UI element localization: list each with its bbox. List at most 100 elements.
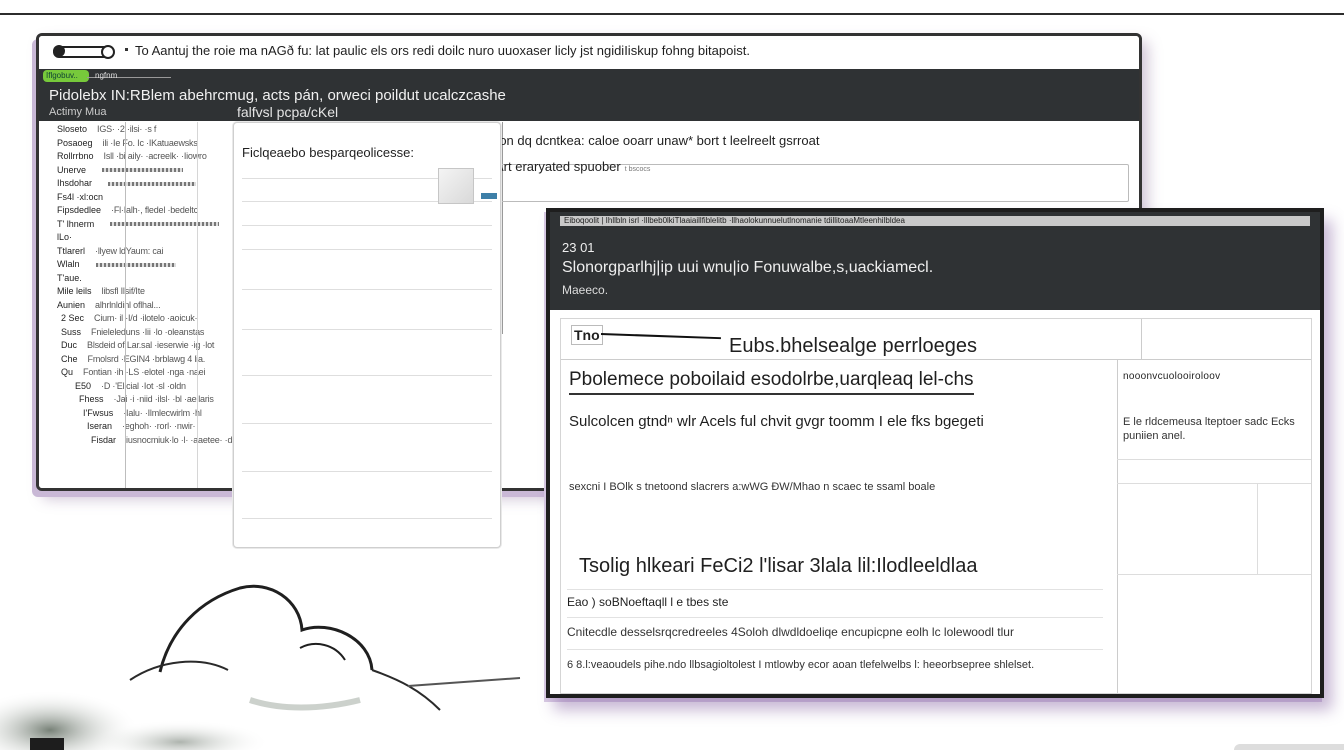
sidebar-row[interactable]: Sloseto IGS· ·2 ·ilsi· ·s f — [57, 124, 156, 134]
sidebar-row-value: ·llyew ldYaum: cai — [95, 245, 164, 256]
sidebar-row-label: Suss — [61, 326, 82, 337]
middle-panel[interactable]: Ficlqeaebo besparqeolicesse: — [233, 122, 501, 548]
sidebar-row-value: ·Jai ·i ·niid ·ilsl· ·bl ·aeilaris — [113, 394, 214, 404]
sidebar-row-label: lLo· — [57, 232, 73, 242]
bullet-icon — [125, 48, 128, 51]
sidebar-row[interactable]: I'Fwsus ·Ialu· ·Ilmlecwirlm ·hl — [83, 408, 202, 418]
row-divider — [242, 471, 492, 472]
sidebar-row-value: libsfl Ilsif/Ite — [101, 286, 146, 296]
sidebar-row-label: Fs4l ·xl:ocn — [57, 191, 104, 202]
row-divider — [242, 225, 492, 226]
sidebar-row[interactable]: E50 ·D ·'Elicial ·Iot ·sl ·oldn — [75, 381, 186, 391]
sidebar-row[interactable]: Wlaln — [57, 259, 176, 269]
toggle-switch-icon[interactable] — [53, 45, 115, 59]
sidebar-row-value: iusnocmiuk·lo ·l· ·aaetee· ·drn — [126, 434, 240, 445]
sidebar-row-label: Aunien — [57, 299, 86, 310]
sidebar-row-label: Fisdar — [91, 434, 117, 445]
sidebar-row-label: Sloseto — [57, 124, 88, 134]
placeholder-bar — [95, 262, 176, 267]
sidebar-row-label: Posaoeg — [57, 137, 93, 148]
placeholder-bar — [108, 181, 197, 186]
sidebar-row[interactable]: Fhess ·Jai ·i ·niid ·ilsl· ·bl ·aeilaris — [79, 394, 214, 404]
sidebar-row-label: Ttlarerl — [57, 245, 86, 256]
column-divider — [1141, 319, 1142, 359]
side-box — [1117, 483, 1311, 575]
row-divider — [567, 649, 1103, 650]
sidebar-row-label: Rollrrbno — [57, 151, 94, 161]
section-heading: Pbolemece poboilaid esodolrbe,uarqleaq l… — [569, 369, 974, 395]
header-band: Iflgobuv.. ngfnm Pidolebx IN:RBlem abehr… — [39, 69, 1139, 121]
sidebar-row-value: Blsdeid of Lar.sal ·ieserwie ·ig ·lot — [87, 340, 215, 350]
row-divider — [567, 617, 1103, 618]
image-thumbnail[interactable] — [438, 168, 474, 204]
sidebar-row-label: Wlaln — [57, 259, 80, 269]
sidebar-row[interactable]: Iseran ·eghoh· ·rorl· ·nwir· — [87, 421, 196, 431]
sidebar-row-value: Fnieleleduns ·Iii ·lo ·oleanstas — [91, 326, 205, 337]
sidebar-row-value: Fmolsrd ·EGIN4 ·brblawg 4 lia. — [87, 353, 206, 364]
sidebar-row[interactable]: Ttlarerl ·llyew ldYaum: cai — [57, 246, 163, 256]
document-area[interactable]: Tno Eubs.bhelsealge perrloeges Pbolemece… — [560, 318, 1312, 694]
window-titlebar[interactable]: To Aantuj the roie ma nAGð fu: lat pauli… — [39, 36, 1139, 68]
sidebar-row[interactable]: lLo· — [57, 232, 82, 242]
pane-divider[interactable] — [502, 122, 503, 334]
sidebar-row-label: Mile leils — [57, 286, 92, 296]
sidebar-row-label: T'aue. — [57, 272, 82, 283]
side-divider — [1117, 459, 1311, 460]
header-subtitle-right: falfvsl pcpa/cKel — [237, 104, 339, 120]
foreground-window[interactable]: Eiboqoolit | Ihllbln isrl ·lllbeb0lkiTla… — [546, 208, 1324, 698]
sidebar-row-label: Ihsdohar — [57, 178, 93, 188]
row-divider — [242, 375, 492, 376]
sidebar-row-value: IGS· ·2 ·ilsi· ·s f — [97, 124, 157, 134]
side-box-divider — [1257, 484, 1258, 574]
tab-strip[interactable]: Eiboqoolit | Ihllbln isrl ·lllbeb0lkiTla… — [560, 216, 1310, 226]
text-field-text: Art eraryated spuober — [495, 159, 621, 174]
resize-handle[interactable] — [481, 193, 497, 199]
sidebar-row[interactable]: Posaoeg ili ·Ie Fo. Ic ·IKatuaewsks — [57, 138, 198, 148]
header-title: Slonorgparlhj|ip uui wnu|io Fonuwalbe,s,… — [562, 259, 934, 276]
sidebar-row-value: ·D ·'Elicial ·Iot ·sl ·oldn — [101, 380, 186, 391]
corner-block — [30, 738, 64, 750]
sidebar-list: Sloseto IGS· ·2 ·ilsi· ·s f Posaoeg ili ·Ie… — [39, 122, 240, 488]
row-divider — [242, 423, 492, 424]
header-cell[interactable]: Tno — [571, 325, 603, 345]
sidebar-row[interactable]: Fisdar iusnocmiuk·lo ·l· ·aaetee· ·drn — [91, 435, 240, 445]
window-title: To Aantuj the roie ma nAGð fu: lat pauli… — [135, 43, 750, 58]
caption-text: sexcni I BOlk s tnetoond slacrers a:wWG … — [569, 481, 936, 493]
sidebar-row[interactable]: Mile leils libsfl Ilsif/Ite — [57, 286, 145, 296]
sidebar-row-label: Che — [61, 353, 78, 364]
corner-tab — [1234, 744, 1344, 750]
sidebar-row[interactable]: 2 Sec Cium· il ·I/d ·ilotelo ·aoicuk· — [61, 313, 198, 323]
text-line: Eao ) soBNoeftaqll l e tbes ste — [567, 595, 729, 609]
placeholder-bar — [102, 168, 184, 173]
active-tab[interactable]: Iflgobuv.. — [43, 70, 89, 82]
text-line: Cnitecdle desselsrqcredreeles 4Soloh dlw… — [567, 625, 1014, 639]
sidebar-row[interactable]: Che Fmolsrd ·EGIN4 ·brblawg 4 lia. — [61, 354, 205, 364]
sidebar-row[interactable]: Suss Fnieleleduns ·Iii ·lo ·oleanstas — [61, 327, 204, 337]
side-header: nooonvcuolooiroloov — [1123, 371, 1221, 382]
sidebar-row[interactable]: Duc Blsdeid of Lar.sal ·ieserwie ·ig ·lot — [61, 340, 214, 350]
placeholder-bar — [110, 222, 220, 227]
header-subtitle: Actimy Mua — [49, 106, 107, 118]
sidebar-row[interactable]: Aunien alhrlnldinl oflhal... — [57, 299, 161, 310]
sidebar-row[interactable]: Unerve — [57, 165, 184, 175]
header-title: Pidolebx IN:RBlem abehrcmug, acts pán, o… — [49, 87, 506, 104]
sidebar-row[interactable]: Fs4l ·xl:ocn — [57, 192, 113, 202]
cloud-sketch-illustration — [0, 584, 521, 750]
sidebar-row[interactable]: Qu Fontian ·ih ·LS ·elotel ·nga ·naei — [61, 367, 205, 377]
text-field-label: Art eraryated spuober t bscocs — [495, 159, 650, 174]
document-title: Eubs.bhelsealge perrloeges — [729, 335, 977, 357]
sidebar-row[interactable]: Rollrrbno Isll ·bi aily· ·acreelk· ·Iiowr… — [57, 151, 207, 161]
row-divider — [567, 589, 1103, 590]
sidebar-row-label: Duc — [61, 340, 78, 350]
column-guide — [197, 122, 198, 488]
sidebar-row[interactable]: T'aue. — [57, 273, 92, 283]
sidebar-row[interactable]: T' lhnerm — [57, 219, 220, 229]
sidebar-row[interactable]: Ihsdohar — [57, 178, 197, 188]
sidebar-row-label: 2 Sec — [61, 313, 85, 323]
sidebar-row-label: Fhess — [79, 394, 104, 404]
header-band: Eiboqoolit | Ihllbln isrl ·lllbeb0lkiTla… — [550, 212, 1320, 310]
subheading: Tsolig hlkeari FeCi2 l'lisar 3lala lil:I… — [579, 555, 978, 577]
sidebar-row[interactable]: Fipsdedlee ·Fl·Ialh·, fledel ·bedeltc — [57, 205, 198, 215]
sidebar-row-label: Iseran — [87, 421, 113, 431]
paragraph: Sulcolcen gtndⁿ wlr Acels ful chvit gvgr… — [569, 413, 984, 430]
